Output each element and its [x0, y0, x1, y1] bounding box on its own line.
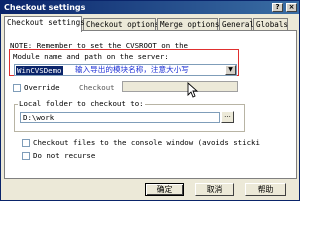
override-checkbox[interactable] [13, 84, 21, 92]
console-label: Checkout files to the console window (av… [33, 138, 260, 147]
override-label: Override [24, 83, 60, 92]
module-label: Module name and path on the server: [13, 52, 169, 61]
no-recurse-label: Do not recurse [33, 151, 96, 160]
ok-button[interactable]: 确定 [145, 183, 184, 196]
module-combobox[interactable]: WinCVSDemo 输入导出的模块名称，注意大小写 ▼ [14, 64, 237, 76]
checkout-field[interactable] [122, 81, 238, 92]
module-value: WinCVSDemo [16, 66, 63, 75]
checkout-label: Checkout [79, 83, 115, 92]
console-checkbox[interactable] [22, 139, 30, 147]
local-folder-label: Local folder to checkout to: [18, 99, 145, 108]
tab-checkout-settings[interactable]: Checkout settings [4, 16, 85, 32]
no-recurse-checkbox[interactable] [22, 152, 30, 160]
title-bar: Checkout settings ? × [1, 1, 299, 14]
tab-strip: Checkout settings Checkout options Merge… [3, 16, 299, 32]
mouse-pointer-icon [187, 82, 199, 98]
local-folder-input[interactable]: D:\work [20, 112, 220, 123]
window-title: Checkout settings [4, 3, 86, 12]
module-hint: 输入导出的模块名称，注意大小写 [75, 65, 189, 74]
help-title-button[interactable]: ? [272, 3, 283, 12]
help-button[interactable]: 帮助 [245, 183, 286, 196]
browse-button[interactable]: ... [221, 111, 234, 123]
cancel-button[interactable]: 取消 [195, 183, 234, 196]
chevron-down-icon[interactable]: ▼ [225, 65, 236, 75]
close-title-button[interactable]: × [286, 3, 297, 12]
dialog-window: Checkout settings ? × Checkout settings … [0, 0, 300, 201]
